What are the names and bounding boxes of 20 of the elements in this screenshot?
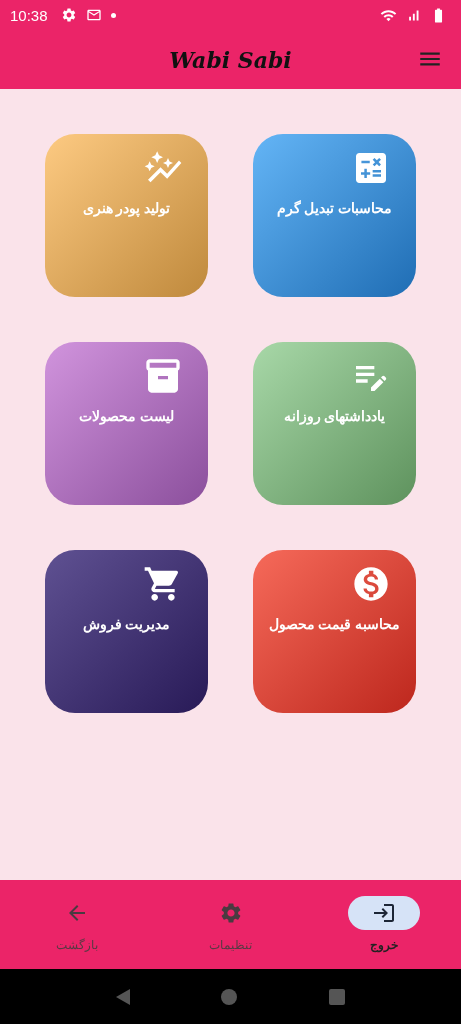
menu-card[interactable]: تولید پودر هنری <box>45 134 208 297</box>
status-time: 10:38 <box>10 6 48 24</box>
menu-card[interactable]: محاسبات تبدیل گرم <box>253 134 416 297</box>
menu-card[interactable]: لیست محصولات <box>45 342 208 505</box>
menu-card[interactable]: مدیریت فروش <box>45 550 208 713</box>
back-icon[interactable] <box>115 988 130 1005</box>
nav-tab[interactable]: تنظیمات <box>153 880 308 969</box>
dollar-coin-icon <box>351 564 391 604</box>
archive-box-icon <box>143 356 183 396</box>
app-logo: Wabi Sabi <box>169 46 292 73</box>
home-icon[interactable] <box>221 988 238 1005</box>
nav-tab[interactable]: بازگشت <box>0 880 154 969</box>
settings-icon <box>60 7 77 23</box>
nav-tab[interactable]: خروج <box>307 880 461 969</box>
recents-icon[interactable] <box>329 988 346 1005</box>
exit-icon <box>372 901 397 925</box>
menu-card[interactable]: یادداشتهای روزانه <box>253 342 416 505</box>
mail-icon <box>85 7 102 23</box>
menu-card[interactable]: محاسبه قیمت محصول <box>253 550 416 713</box>
notification-dot-icon <box>110 12 116 18</box>
